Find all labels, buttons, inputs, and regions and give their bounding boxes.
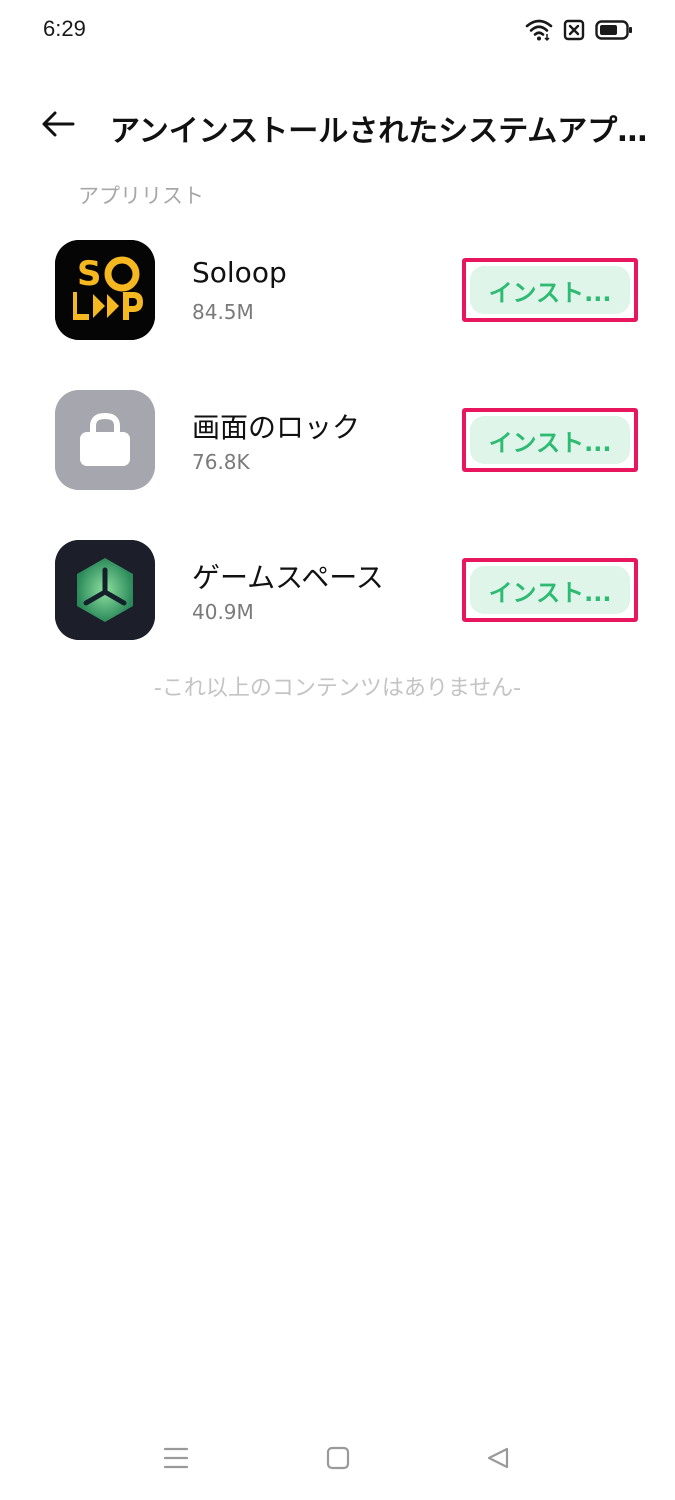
install-button-screen-lock[interactable]: インスト... (462, 408, 638, 472)
status-bar: 6:29 (0, 0, 675, 60)
app-size: 40.9M (192, 600, 254, 624)
header: アンインストールされたシステムアプ... (0, 92, 675, 162)
sim-blocked-icon (563, 19, 585, 45)
install-button-soloop[interactable]: インスト... (462, 258, 638, 322)
install-button-label: インスト... (470, 266, 630, 314)
list-item-screen-lock[interactable]: 画面のロック 76.8K インスト... (0, 378, 675, 498)
section-label: アプリリスト (78, 184, 204, 208)
lock-icon (55, 390, 155, 490)
app-name: ゲームスペース (192, 561, 384, 594)
page-title: アンインストールされたシステムアプ... (110, 114, 650, 149)
back-button[interactable] (38, 108, 78, 144)
game-space-icon (55, 540, 155, 640)
nav-bar (0, 1420, 675, 1500)
install-button-label: インスト... (470, 416, 630, 464)
list-item-game-space[interactable]: ゲームスペース 40.9M インスト... (0, 528, 675, 648)
back-nav-button[interactable] (478, 1440, 518, 1480)
menu-icon (163, 1446, 189, 1474)
battery-icon (595, 19, 633, 45)
soloop-icon: S (55, 240, 155, 340)
app-name: 画面のロック (192, 411, 361, 444)
install-button-game-space[interactable]: インスト... (462, 558, 638, 622)
home-icon (326, 1446, 350, 1474)
app-size: 76.8K (192, 450, 250, 474)
status-icons (525, 18, 633, 46)
app-size: 84.5M (192, 300, 254, 324)
wifi-icon (525, 18, 553, 46)
back-triangle-icon (486, 1446, 510, 1474)
home-button[interactable] (318, 1440, 358, 1480)
arrow-left-icon (40, 110, 76, 142)
app-name: Soloop (192, 256, 287, 289)
list-item-soloop[interactable]: S Soloop 84.5M インスト... (0, 228, 675, 348)
recent-apps-button[interactable] (156, 1440, 196, 1480)
svg-text:S: S (77, 254, 102, 294)
install-button-label: インスト... (470, 566, 630, 614)
end-of-list-note: -これ以上のコンテンツはありません- (153, 676, 522, 701)
status-time: 6:29 (43, 16, 86, 41)
